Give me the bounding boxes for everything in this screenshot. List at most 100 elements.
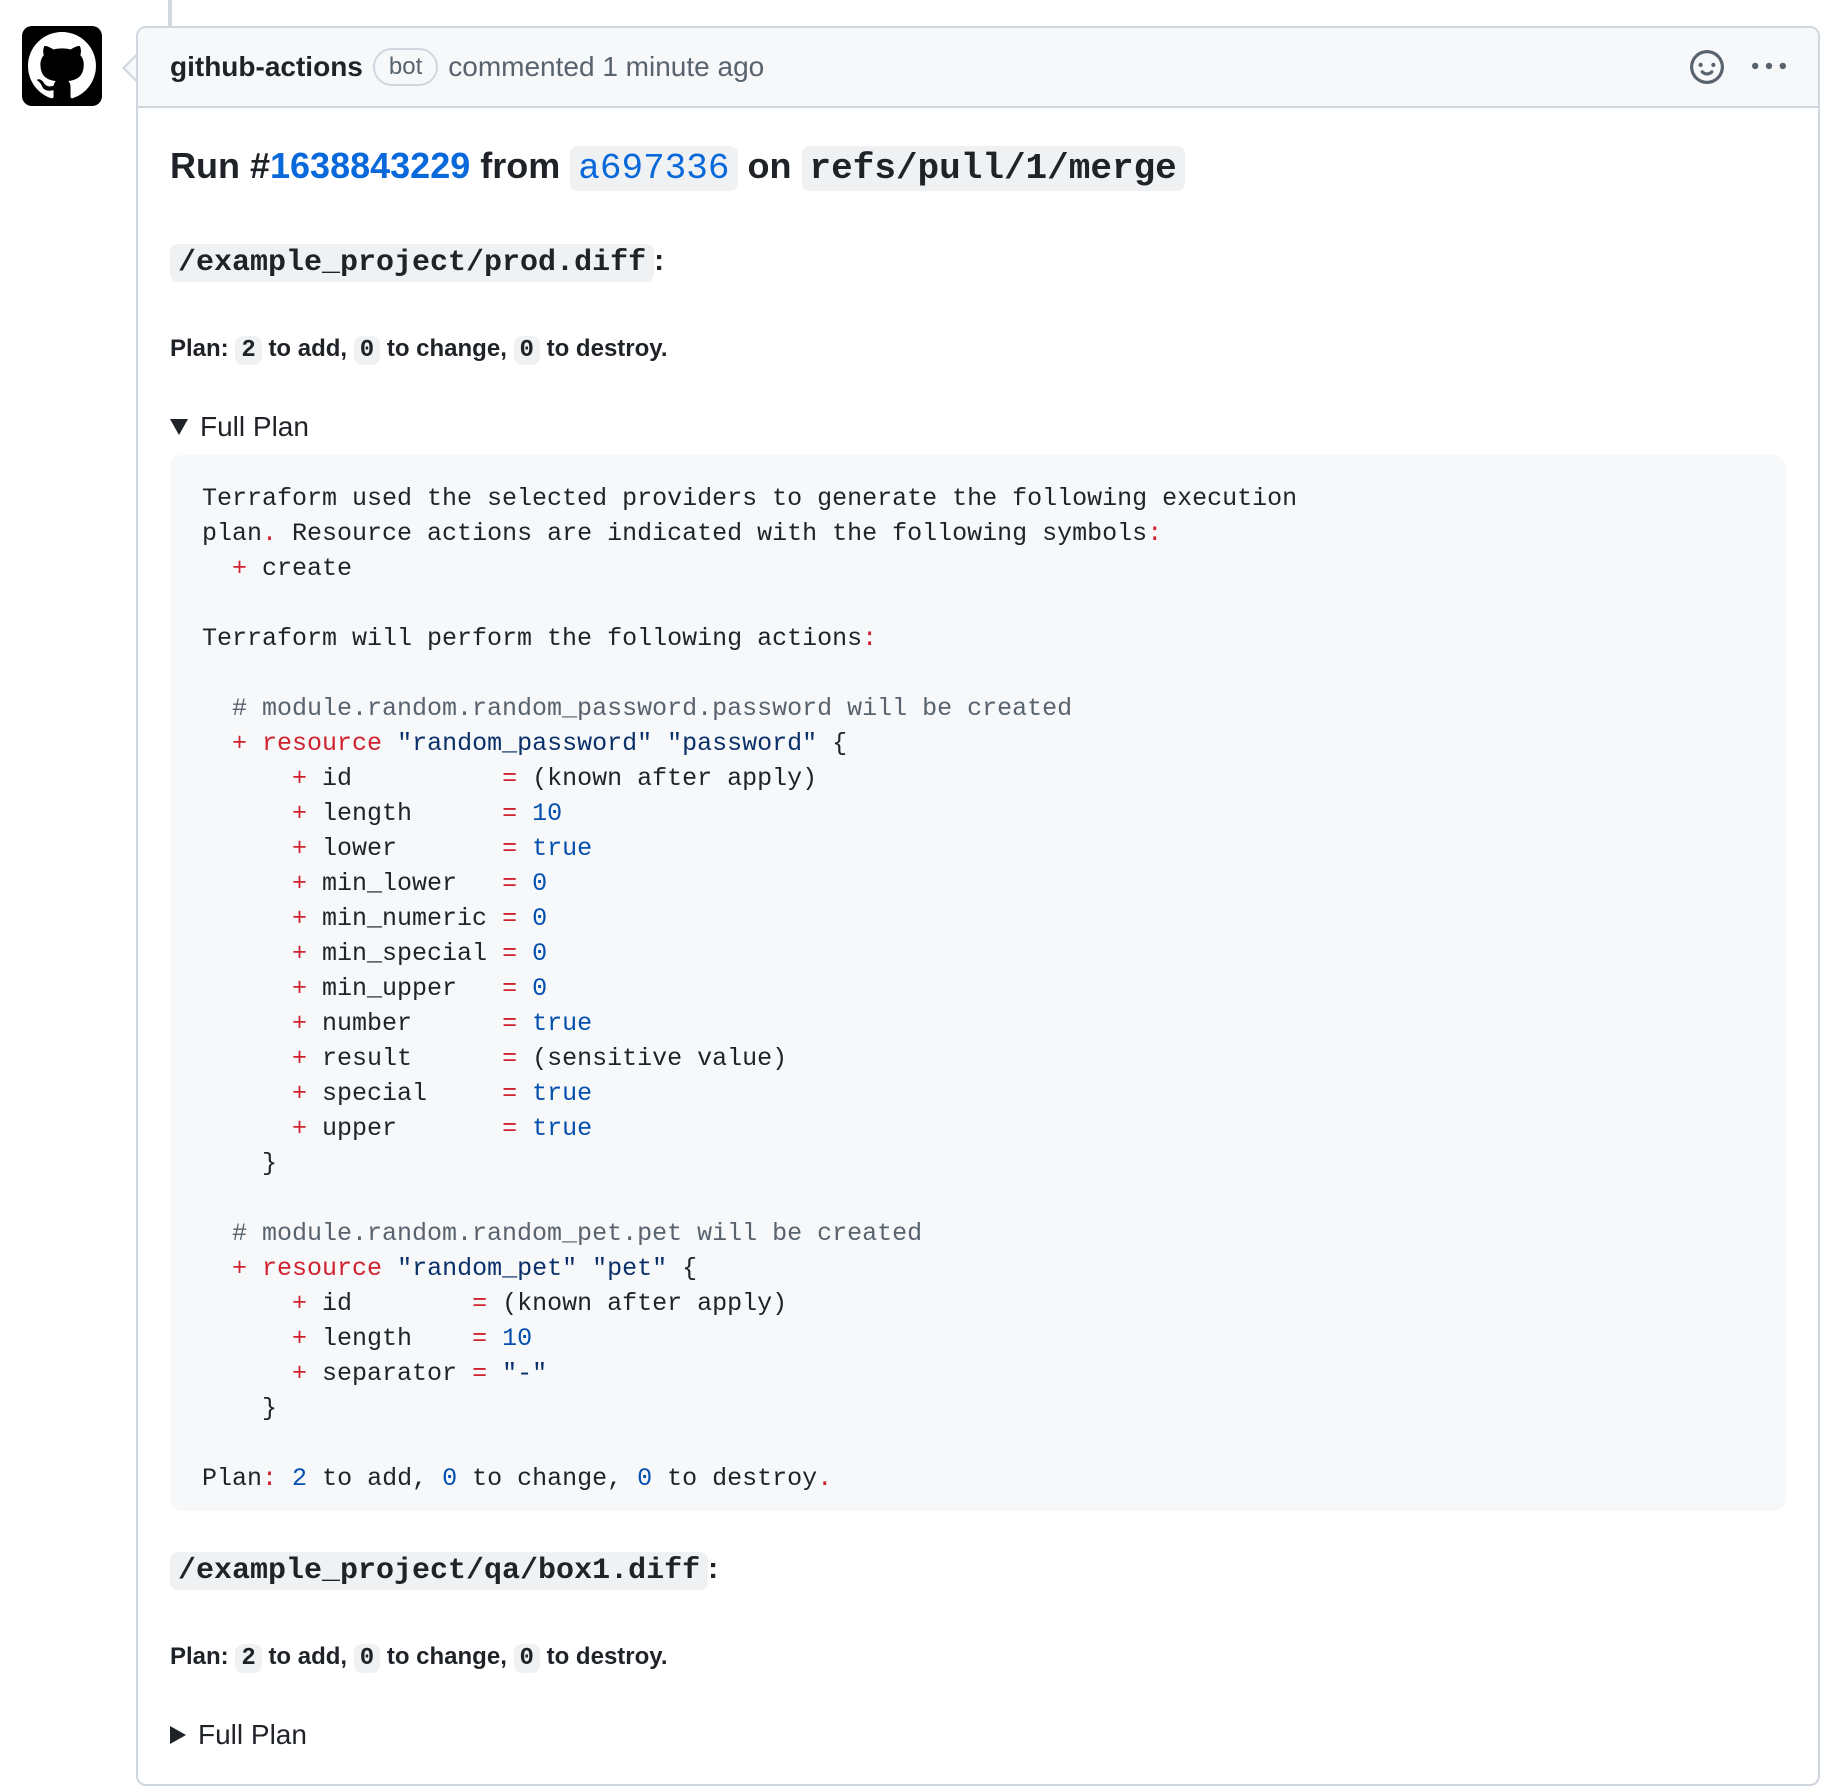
plan-token: [517, 904, 532, 933]
plan-line: + resource "random_password" "password" …: [202, 726, 1754, 761]
plan-token: [517, 834, 532, 863]
change-label: to change,: [386, 1643, 507, 1670]
plan-token: [202, 1079, 292, 1108]
plan-line: Terraform used the selected providers to…: [202, 481, 1754, 516]
commit-sha-link[interactable]: a697336: [570, 146, 738, 191]
comment-body: Run #1638843229 from a697336 on refs/pul…: [138, 108, 1818, 1753]
plan-token: [202, 764, 292, 793]
full-plan-toggle[interactable]: Full Plan: [170, 409, 1786, 445]
plan-token: =: [472, 1324, 488, 1353]
plan-token: 0: [532, 974, 548, 1003]
plan-token: [277, 1464, 292, 1493]
avatar[interactable]: [22, 26, 102, 106]
plan-line: + min_upper = 0: [202, 971, 1754, 1006]
plan-token: [202, 1359, 292, 1388]
plan-line: [202, 586, 1754, 621]
run-on-label: on: [747, 145, 792, 186]
comment-menu-button[interactable]: [1752, 50, 1786, 84]
timeline-line: [168, 0, 172, 26]
plan-prefix: Plan:: [170, 335, 229, 362]
plan-token: [517, 974, 532, 1003]
plan-token: [517, 1114, 532, 1143]
comment-header: github-actions bot commented 1 minute ag…: [138, 28, 1818, 108]
plan-token: =: [502, 1114, 518, 1143]
plan-token: +: [292, 1079, 308, 1108]
plan-token: "-": [502, 1359, 548, 1388]
plan-token: [487, 1359, 502, 1388]
full-plan-label: Full Plan: [198, 1719, 307, 1750]
add-reaction-button[interactable]: [1690, 50, 1724, 84]
plan-token: +: [232, 554, 248, 583]
plan-token: [517, 869, 532, 898]
plan-summary: Plan: 2 to add, 0 to change, 0 to destro…: [170, 1639, 1786, 1677]
plan-prefix: Plan:: [170, 1643, 229, 1670]
ref-name: refs/pull/1/merge: [801, 146, 1185, 191]
plan-token: to destroy: [652, 1464, 818, 1493]
plan-line: # module.random.random_password.password…: [202, 691, 1754, 726]
plan-line: Terraform will perform the following act…: [202, 621, 1754, 656]
plan-line: }: [202, 1391, 1754, 1426]
plan-token: 0: [532, 869, 548, 898]
plan-token: 2: [292, 1464, 308, 1493]
plan-token: [382, 729, 397, 758]
smiley-icon: [1690, 50, 1724, 84]
plan-token: + resource: [232, 729, 383, 758]
triangle-down-icon: [170, 419, 188, 435]
plan-token: +: [292, 1044, 308, 1073]
full-plan-label: Full Plan: [200, 411, 309, 442]
plan-line: + min_numeric = 0: [202, 901, 1754, 936]
plan-token: [202, 1254, 232, 1283]
plan-token: [517, 939, 532, 968]
plan-code-block: Terraform used the selected providers to…: [170, 455, 1786, 1511]
plan-token: =: [502, 799, 518, 828]
plan-token: =: [502, 939, 518, 968]
author-name[interactable]: github-actions: [170, 51, 363, 83]
destroy-label: to destroy.: [546, 1643, 668, 1670]
plan-token: =: [502, 869, 518, 898]
plan-token: [202, 974, 292, 1003]
bot-badge: bot: [372, 48, 439, 86]
plan-token: [652, 729, 667, 758]
plan-token: min_upper: [307, 974, 503, 1003]
plan-token: .: [262, 519, 278, 548]
plan-line: [202, 1426, 1754, 1461]
plan-line: + lower = true: [202, 831, 1754, 866]
plan-token: min_numeric: [307, 904, 503, 933]
plan-token: [517, 799, 532, 828]
plan-token: Plan: [202, 1464, 263, 1493]
plan-token: +: [292, 764, 308, 793]
plan-line: + min_lower = 0: [202, 866, 1754, 901]
run-number-link[interactable]: 1638843229: [270, 145, 470, 186]
plan-token: [487, 1324, 502, 1353]
plan-token: to add,: [307, 1464, 443, 1493]
triangle-right-icon: [170, 1726, 186, 1744]
plan-token: }: [202, 1394, 278, 1423]
plan-token: =: [502, 974, 518, 1003]
plan-token: [202, 1044, 292, 1073]
plan-token: # module.random.random_password.password…: [202, 694, 1073, 723]
plan-token: :: [262, 1464, 278, 1493]
comment-timestamp[interactable]: commented 1 minute ago: [448, 51, 764, 83]
run-prefix: Run #: [170, 145, 271, 186]
plan-token: # module.random.random_pet.pet will be c…: [202, 1219, 923, 1248]
plan-token: "random_pet": [397, 1254, 578, 1283]
plan-token: +: [292, 1359, 308, 1388]
plan-token: 10: [532, 799, 563, 828]
add-label: to add,: [268, 335, 348, 362]
plan-token: +: [292, 869, 308, 898]
plan-token: special: [307, 1079, 503, 1108]
destroy-label: to destroy.: [546, 335, 668, 362]
destroy-count: 0: [513, 336, 540, 365]
run-title: Run #1638843229 from a697336 on refs/pul…: [170, 140, 1786, 195]
plan-token: +: [292, 1324, 308, 1353]
plan-token: }: [202, 1149, 278, 1178]
plan-token: =: [472, 1359, 488, 1388]
plan-token: true: [532, 1114, 593, 1143]
file-heading: /example_project/prod.diff:: [170, 239, 1786, 285]
plan-token: min_lower: [307, 869, 503, 898]
plan-token: .: [817, 1464, 833, 1493]
plan-token: =: [502, 904, 518, 933]
run-from-label: from: [480, 145, 561, 186]
full-plan-toggle[interactable]: Full Plan: [170, 1717, 1786, 1753]
add-count: 2: [235, 336, 262, 365]
